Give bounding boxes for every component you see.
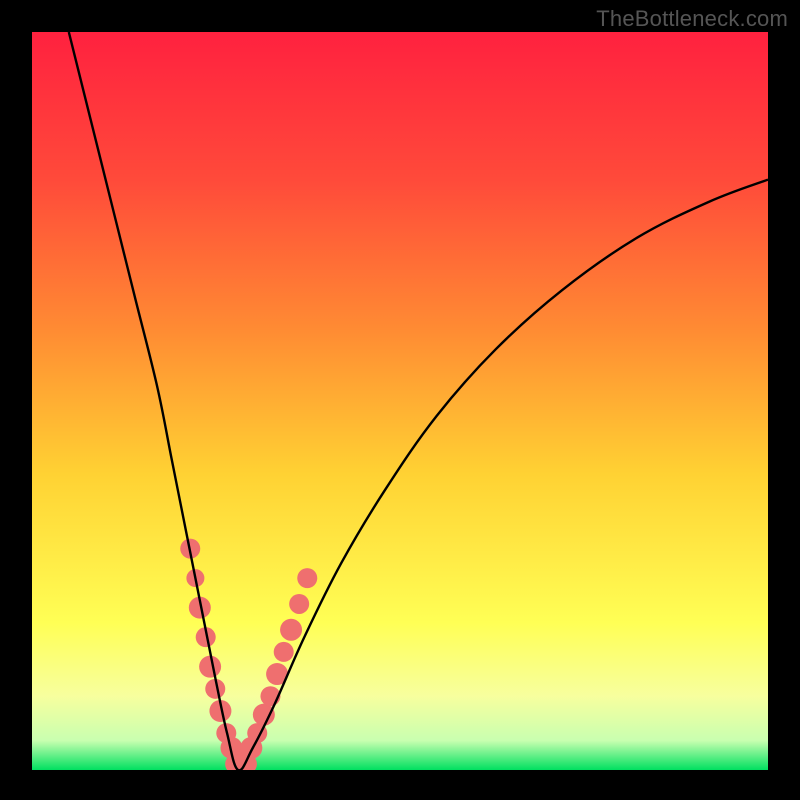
chart-svg xyxy=(0,0,800,800)
plot-background xyxy=(32,32,768,770)
right-cluster-dot xyxy=(297,568,317,588)
right-cluster-dot xyxy=(253,704,275,726)
right-cluster-dot xyxy=(289,594,309,614)
right-cluster-dot xyxy=(274,642,294,662)
right-cluster-dot xyxy=(280,619,302,641)
watermark-text: TheBottleneck.com xyxy=(596,6,788,32)
chart-stage: TheBottleneck.com xyxy=(0,0,800,800)
left-cluster-dot xyxy=(199,656,221,678)
